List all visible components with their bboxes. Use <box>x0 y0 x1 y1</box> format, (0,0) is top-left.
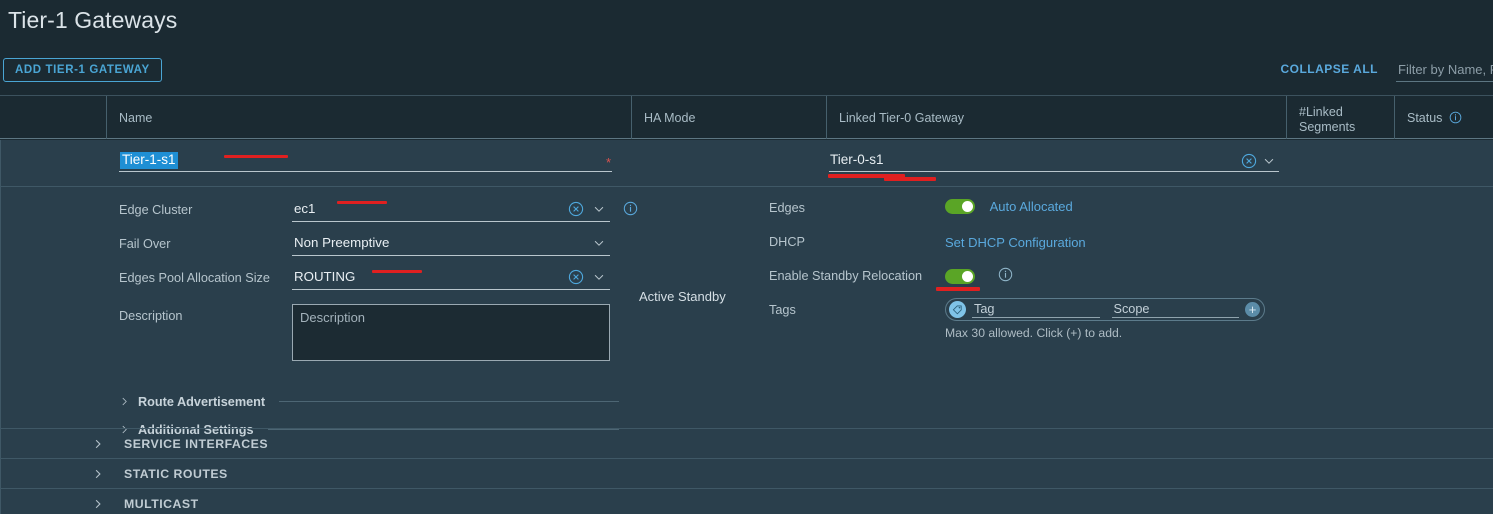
control-fail-over <box>292 232 610 256</box>
linked-tier0-input[interactable] <box>829 150 1279 172</box>
field-description: Description <box>119 304 619 374</box>
filter-input[interactable] <box>1396 60 1493 82</box>
control-tags: + Max 30 allowed. Click (+) to add. <box>945 298 1265 340</box>
edge-cluster-input[interactable] <box>292 198 610 220</box>
chevron-down-icon[interactable] <box>592 202 606 219</box>
edges-pool-allocation-size-select[interactable] <box>292 266 610 290</box>
edges-pool-allocation-size-input[interactable] <box>292 266 610 288</box>
required-asterisk: * <box>606 155 612 170</box>
control-edges: Auto Allocated <box>945 198 1073 215</box>
chevron-right-icon <box>119 396 130 407</box>
toggle-knob <box>962 270 973 282</box>
page-title: Tier-1 Gateways <box>8 7 178 33</box>
circle-x-icon[interactable] <box>568 201 584 220</box>
edges-auto-allocated-toggle[interactable] <box>945 199 975 215</box>
toggle-knob <box>962 201 973 213</box>
table-column-linked-tier0[interactable]: Linked Tier-0 Gateway <box>826 96 1286 139</box>
table-column-ha-mode[interactable]: HA Mode <box>631 96 826 139</box>
control-standby-relocation <box>945 267 1013 285</box>
column-label-linked-segments: #Linked Segments <box>1299 105 1356 135</box>
chevron-down-icon[interactable] <box>592 270 606 287</box>
label-enable-standby-relocation: Enable Standby Relocation <box>769 269 923 283</box>
column-label-status: Status <box>1407 110 1443 125</box>
linked-tier0-field <box>829 150 1279 172</box>
table-column-name[interactable]: Name <box>106 96 631 139</box>
control-edges-pool-allocation-size <box>292 266 610 290</box>
info-circle-icon[interactable] <box>998 267 1013 285</box>
chevron-right-icon <box>92 438 104 450</box>
tags-hint-text: Max 30 allowed. Click (+) to add. <box>945 326 1123 340</box>
section-static-routes[interactable]: STATIC ROUTES <box>0 458 1493 488</box>
tag-scope-input[interactable] <box>1111 301 1239 318</box>
info-circle-icon[interactable] <box>623 201 638 219</box>
chevron-right-icon <box>92 468 104 480</box>
label-description: Description <box>119 309 183 323</box>
tag-name-input[interactable] <box>972 301 1100 318</box>
section-route-advertisement[interactable]: Route Advertisement <box>119 388 619 415</box>
table-column-status[interactable]: Status <box>1394 96 1493 139</box>
control-edge-cluster <box>292 198 638 222</box>
field-edge-cluster: Edge Cluster <box>119 198 638 232</box>
field-standby-relocation: Enable Standby Relocation <box>769 264 1289 298</box>
label-fail-over: Fail Over <box>119 237 171 251</box>
add-tier1-gateway-button[interactable]: ADD TIER-1 GATEWAY <box>3 58 162 82</box>
section-label-multicast: MULTICAST <box>124 496 199 511</box>
field-fail-over: Fail Over <box>119 232 619 266</box>
enable-standby-relocation-toggle[interactable] <box>945 268 975 284</box>
fail-over-input[interactable] <box>292 232 610 254</box>
tag-icon <box>949 301 966 318</box>
filter-field-wrapper <box>1396 60 1493 82</box>
column-label-name: Name <box>119 110 153 125</box>
fail-over-select[interactable] <box>292 232 610 256</box>
label-edge-cluster: Edge Cluster <box>119 203 193 217</box>
section-label-static-routes: STATIC ROUTES <box>124 466 228 481</box>
label-tags: Tags <box>769 303 796 317</box>
label-dhcp: DHCP <box>769 235 805 249</box>
field-edges-pool-allocation-size: Edges Pool Allocation Size <box>119 266 619 300</box>
gateway-name-field <box>119 150 612 172</box>
chevron-down-icon[interactable] <box>592 236 606 253</box>
linked-tier0-chevron-down-icon[interactable] <box>1262 154 1276 171</box>
field-edges: Edges Auto Allocated <box>769 196 1289 230</box>
section-service-interfaces[interactable]: SERVICE INTERFACES <box>0 428 1493 458</box>
section-label-route-advertisement: Route Advertisement <box>138 394 266 409</box>
edge-cluster-select[interactable] <box>292 198 638 222</box>
ha-mode-value: Active Standby <box>639 289 726 304</box>
column-label-linked-tier0: Linked Tier-0 Gateway <box>839 110 965 125</box>
form-column-right: Edges Auto Allocated DHCP Set DHCP Confi… <box>769 196 1289 354</box>
control-dhcp: Set DHCP Configuration <box>945 234 1086 250</box>
section-label-service-interfaces: SERVICE INTERFACES <box>124 436 269 451</box>
circle-x-icon[interactable] <box>568 269 584 288</box>
table-column-spacer <box>0 96 106 139</box>
table-column-linked-segments[interactable]: #Linked Segments <box>1286 96 1394 139</box>
column-label-ha-mode: HA Mode <box>644 110 696 125</box>
label-edges-pool-allocation-size: Edges Pool Allocation Size <box>119 271 270 285</box>
label-edges: Edges <box>769 201 805 215</box>
collapse-all-button[interactable]: COLLAPSE ALL <box>1280 62 1378 76</box>
edges-auto-allocated-label[interactable]: Auto Allocated <box>990 199 1073 214</box>
table-header: Name HA Mode Linked Tier-0 Gateway #Link… <box>0 95 1493 139</box>
linked-tier0-clear-icon[interactable] <box>1241 153 1257 172</box>
description-textarea[interactable] <box>292 304 610 361</box>
divider <box>279 401 619 402</box>
section-multicast[interactable]: MULTICAST <box>0 488 1493 514</box>
tags-input-group: + <box>945 298 1265 321</box>
info-circle-icon[interactable] <box>1449 111 1462 124</box>
chevron-right-icon <box>92 498 104 510</box>
field-dhcp: DHCP Set DHCP Configuration <box>769 230 1289 264</box>
add-tag-button[interactable]: + <box>1245 302 1260 317</box>
set-dhcp-configuration-link[interactable]: Set DHCP Configuration <box>945 235 1086 250</box>
form-column-left: Edge Cluster Fail Over <box>119 198 638 443</box>
field-tags: Tags + Max 30 allowed. Click (+) to add. <box>769 298 1289 354</box>
action-bar: ADD TIER-1 GATEWAY COLLAPSE ALL <box>0 52 1493 88</box>
gateway-name-input[interactable] <box>119 150 612 172</box>
